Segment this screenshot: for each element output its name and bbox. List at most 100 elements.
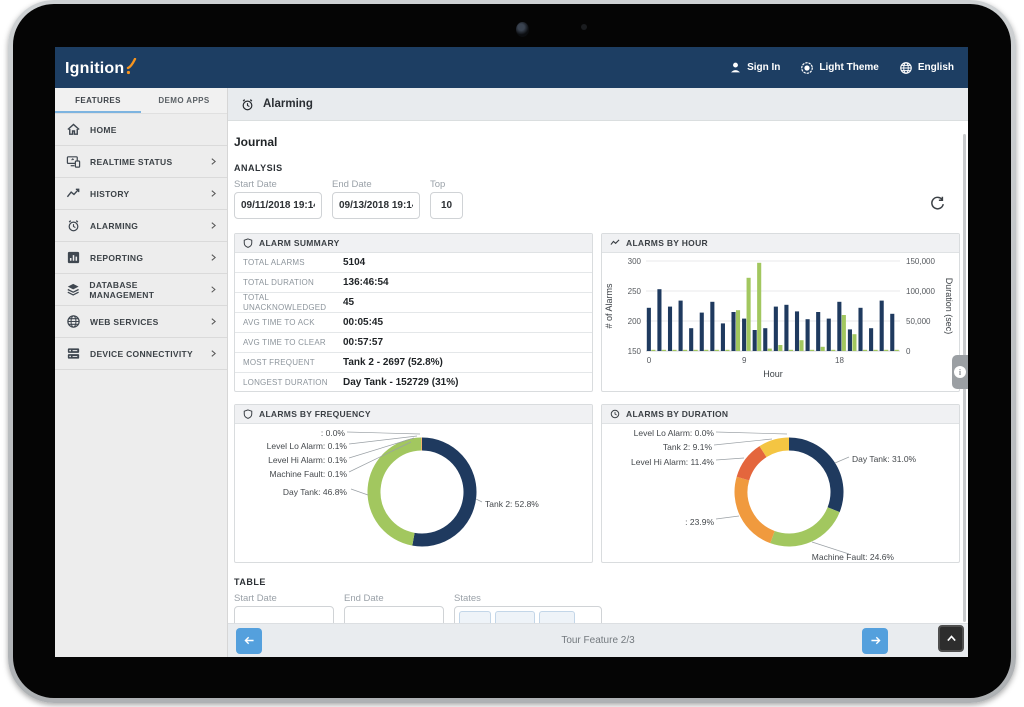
alarms-by-duration-chart[interactable]: Day Tank: 31.0%Machine Fault: 24.6%: 23.… <box>602 424 954 563</box>
history-trend-icon <box>66 186 81 201</box>
svg-text:Duration (sec): Duration (sec) <box>944 278 954 335</box>
sidebar-item-web-services[interactable]: WEB SERVICES <box>55 306 227 338</box>
page-header: Alarming <box>228 88 968 121</box>
svg-text:250: 250 <box>628 287 642 296</box>
panel-title: ALARMS BY DURATION <box>626 409 728 419</box>
language-selector[interactable]: English <box>899 61 954 75</box>
layers-icon <box>66 282 80 297</box>
language-label: English <box>918 62 954 73</box>
user-icon <box>729 61 742 74</box>
chevron-right-icon <box>209 157 218 166</box>
content-area: Journal ANALYSIS Start Date End Date Top <box>228 121 968 633</box>
sidebar-item-database-management[interactable]: DATABASE MANAGEMENT <box>55 274 227 306</box>
sign-in-label: Sign In <box>747 62 780 73</box>
svg-text:Tank 2: 9.1%: Tank 2: 9.1% <box>663 442 713 452</box>
end-date-field: End Date <box>332 179 420 219</box>
panel-title: ALARMS BY HOUR <box>626 238 708 248</box>
refresh-button[interactable] <box>929 195 946 215</box>
panels-grid: ALARM SUMMARY TOTAL ALARMS 5104 TOTAL DU… <box>234 233 960 563</box>
alarms-by-duration-body: Day Tank: 31.0%Machine Fault: 24.6%: 23.… <box>602 424 959 563</box>
page: Ignition Sign In <box>0 0 1024 707</box>
sign-in-button[interactable]: Sign In <box>729 61 780 74</box>
alarms-by-frequency-panel: ALARMS BY FREQUENCY Tank 2: 52.8% Day Tan… <box>234 404 593 563</box>
bar-chart-icon <box>66 250 81 265</box>
server-icon <box>66 346 81 361</box>
svg-text:9: 9 <box>742 356 747 365</box>
alarms-by-frequency-chart[interactable]: Tank 2: 52.8%Day Tank: 46.8%Machine Faul… <box>235 424 587 563</box>
alarms-by-duration-header: ALARMS BY DURATION <box>602 405 959 424</box>
end-date-label: End Date <box>332 179 420 190</box>
app-screen: Ignition Sign In <box>55 47 968 657</box>
start-date-label: Start Date <box>234 179 322 190</box>
shield-alarm-icon <box>243 238 253 248</box>
sidebar-item-home[interactable]: HOME <box>55 114 227 146</box>
tour-feature-label: Tour Feature 2/3 <box>228 635 968 646</box>
svg-text:0: 0 <box>647 356 652 365</box>
alarm-clock-icon <box>66 218 81 233</box>
sidebar-item-label: ALARMING <box>90 221 138 231</box>
shield-alarm-icon <box>243 409 253 419</box>
svg-text:Tank 2: 52.8%: Tank 2: 52.8% <box>485 499 539 509</box>
svg-text:Level Hi Alarm: 11.4%: Level Hi Alarm: 11.4% <box>631 457 714 467</box>
svg-text:150: 150 <box>628 347 642 356</box>
tour-previous-button[interactable] <box>236 628 262 654</box>
svg-text:Day Tank: 31.0%: Day Tank: 31.0% <box>852 454 917 464</box>
alarm-summary-rows: TOTAL ALARMS 5104 TOTAL DURATION 136:46:… <box>235 253 592 392</box>
start-date-input[interactable] <box>234 192 322 219</box>
ignition-logo[interactable]: Ignition <box>65 58 138 78</box>
panel-title: ALARMS BY FREQUENCY <box>259 409 371 419</box>
chevron-up-icon <box>945 632 958 645</box>
summary-value: 5104 <box>343 257 365 268</box>
trend-line-icon <box>610 238 620 248</box>
summary-label: AVG TIME TO CLEAR <box>243 338 343 348</box>
svg-text:100,000: 100,000 <box>906 287 935 296</box>
sidebar-item-alarming[interactable]: ALARMING <box>55 210 227 242</box>
analysis-form: Start Date End Date Top <box>234 179 960 219</box>
start-date-field: Start Date <box>234 179 322 219</box>
summary-value: 45 <box>343 297 354 308</box>
summary-label: TOTAL DURATION <box>243 278 343 288</box>
theme-toggle-button[interactable]: Light Theme <box>800 61 878 75</box>
clock-icon <box>610 409 620 419</box>
table-states-label: States <box>454 593 602 604</box>
realtime-status-icon <box>66 154 81 169</box>
sidebar-item-reporting[interactable]: REPORTING <box>55 242 227 274</box>
sidebar-item-label: HISTORY <box>90 189 129 199</box>
summary-label: TOTAL ALARMS <box>243 258 343 268</box>
svg-text:50,000: 50,000 <box>906 317 931 326</box>
end-date-input[interactable] <box>332 192 420 219</box>
sidebar-item-history[interactable]: HISTORY <box>55 178 227 210</box>
svg-text:Day Tank: 46.8%: Day Tank: 46.8% <box>283 487 348 497</box>
tour-next-button[interactable] <box>862 628 888 654</box>
sidebar-item-label: REPORTING <box>90 253 143 263</box>
logo-checkmark-icon <box>125 58 138 76</box>
svg-text:200: 200 <box>628 317 642 326</box>
alarms-by-hour-chart[interactable]: 150200250300050,000100,000150,0000918Hou… <box>602 253 954 392</box>
refresh-icon <box>929 195 946 212</box>
chevron-right-icon <box>209 221 218 230</box>
summary-value: Tank 2 - 2697 (52.8%) <box>343 357 443 368</box>
home-icon <box>66 122 81 137</box>
tab-demo-apps[interactable]: DEMO APPS <box>141 88 227 113</box>
summary-row: TOTAL UNACKNOWLEDGED 45 <box>235 292 592 312</box>
top-input[interactable] <box>430 192 463 219</box>
sidebar-item-label: WEB SERVICES <box>90 317 159 327</box>
summary-value: 136:46:54 <box>343 277 389 288</box>
info-tab[interactable]: i <box>952 355 968 389</box>
camera-icon <box>516 22 529 37</box>
alarm-clock-icon <box>240 97 255 112</box>
chevron-right-icon <box>209 189 218 198</box>
summary-value: 00:05:45 <box>343 317 383 328</box>
table-end-date-label: End Date <box>344 593 444 604</box>
table-start-date-label: Start Date <box>234 593 334 604</box>
svg-text:Machine Fault: 24.6%: Machine Fault: 24.6% <box>812 552 895 562</box>
sidebar-item-device-connectivity[interactable]: DEVICE CONNECTIVITY <box>55 338 227 370</box>
scroll-to-top-button[interactable] <box>938 625 964 652</box>
chevron-right-icon <box>209 349 218 358</box>
summary-label: LONGEST DURATION <box>243 378 343 388</box>
svg-text:18: 18 <box>835 356 844 365</box>
sensor-dot-icon <box>581 24 587 30</box>
sidebar-item-label: REALTIME STATUS <box>90 157 172 167</box>
sidebar-item-realtime-status[interactable]: REALTIME STATUS <box>55 146 227 178</box>
tab-features[interactable]: FEATURES <box>55 88 141 113</box>
